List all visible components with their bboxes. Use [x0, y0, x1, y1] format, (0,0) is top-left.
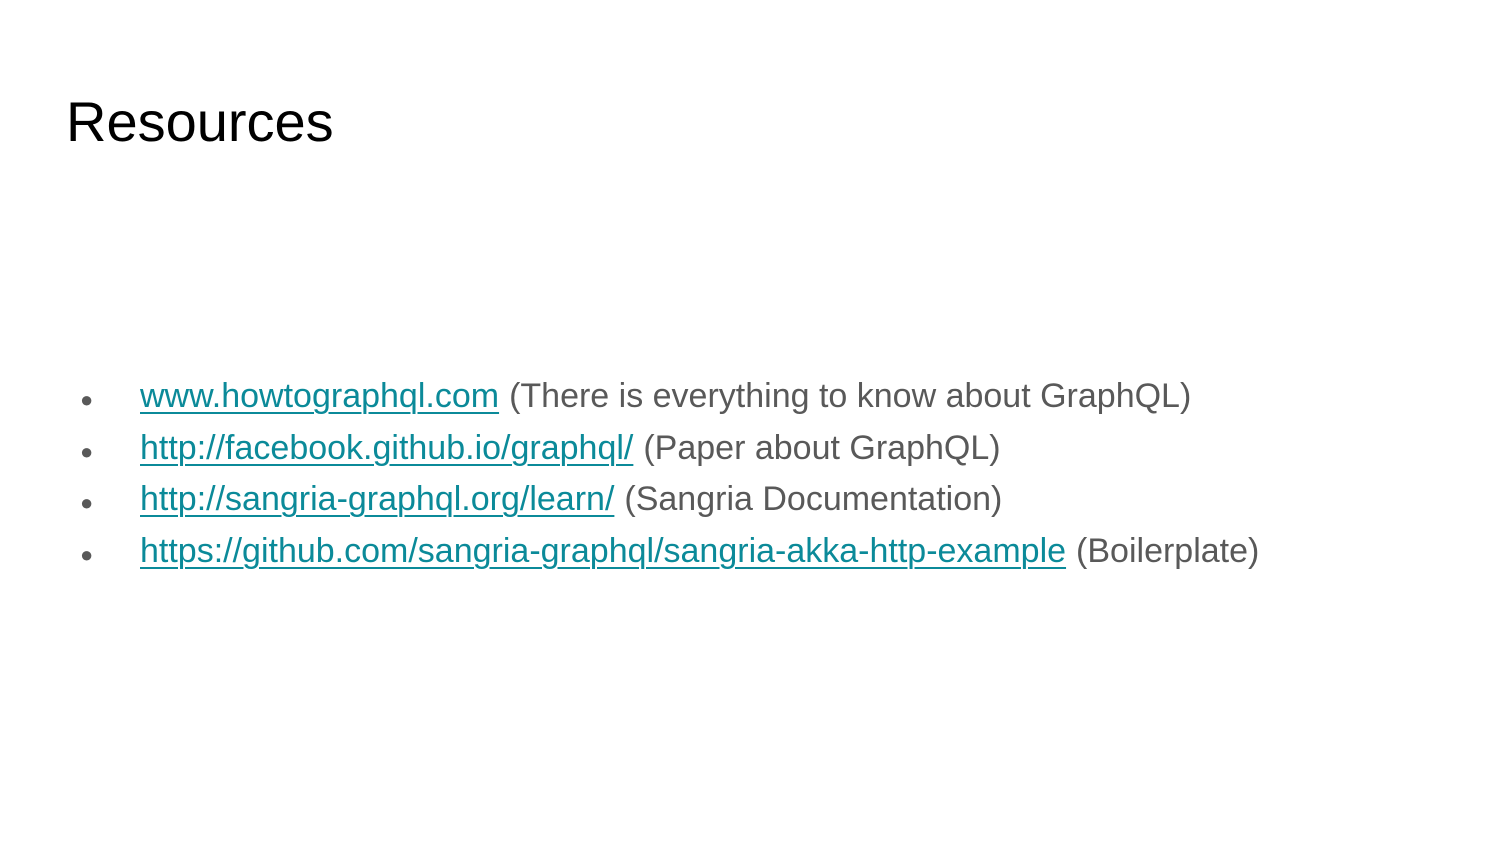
- bullet-icon: ●: [80, 438, 94, 464]
- list-item: ● http://sangria-graphql.org/learn/ (San…: [80, 477, 1259, 529]
- slide: Resources ● www.howtographql.com (There …: [0, 0, 1500, 844]
- resource-description: (Paper about GraphQL): [643, 428, 1001, 467]
- bullet-icon: ●: [80, 541, 94, 567]
- resource-link-graphql-spec[interactable]: http://facebook.github.io/graphql/: [140, 426, 633, 470]
- bullet-icon: ●: [80, 490, 94, 515]
- bullet-icon: ●: [80, 387, 94, 412]
- resource-description: (Sangria Documentation): [624, 480, 1003, 518]
- resource-link-boilerplate[interactable]: https://github.com/sangria-graphql/sangr…: [140, 529, 1066, 573]
- resource-description: (There is everything to know about Graph…: [509, 377, 1192, 415]
- list-item: ● www.howtographql.com (There is everyth…: [80, 374, 1259, 426]
- resource-link-howtographql[interactable]: www.howtographql.com: [140, 374, 499, 418]
- list-item: ● http://facebook.github.io/graphql/ (Pa…: [80, 426, 1259, 478]
- list-item: ● https://github.com/sangria-graphql/san…: [80, 529, 1259, 581]
- resource-description: (Boilerplate): [1076, 531, 1260, 570]
- resource-link-sangria-docs[interactable]: http://sangria-graphql.org/learn/: [140, 477, 614, 521]
- resource-list: ● www.howtographql.com (There is everyth…: [80, 374, 1259, 580]
- slide-title: Resources: [66, 90, 334, 153]
